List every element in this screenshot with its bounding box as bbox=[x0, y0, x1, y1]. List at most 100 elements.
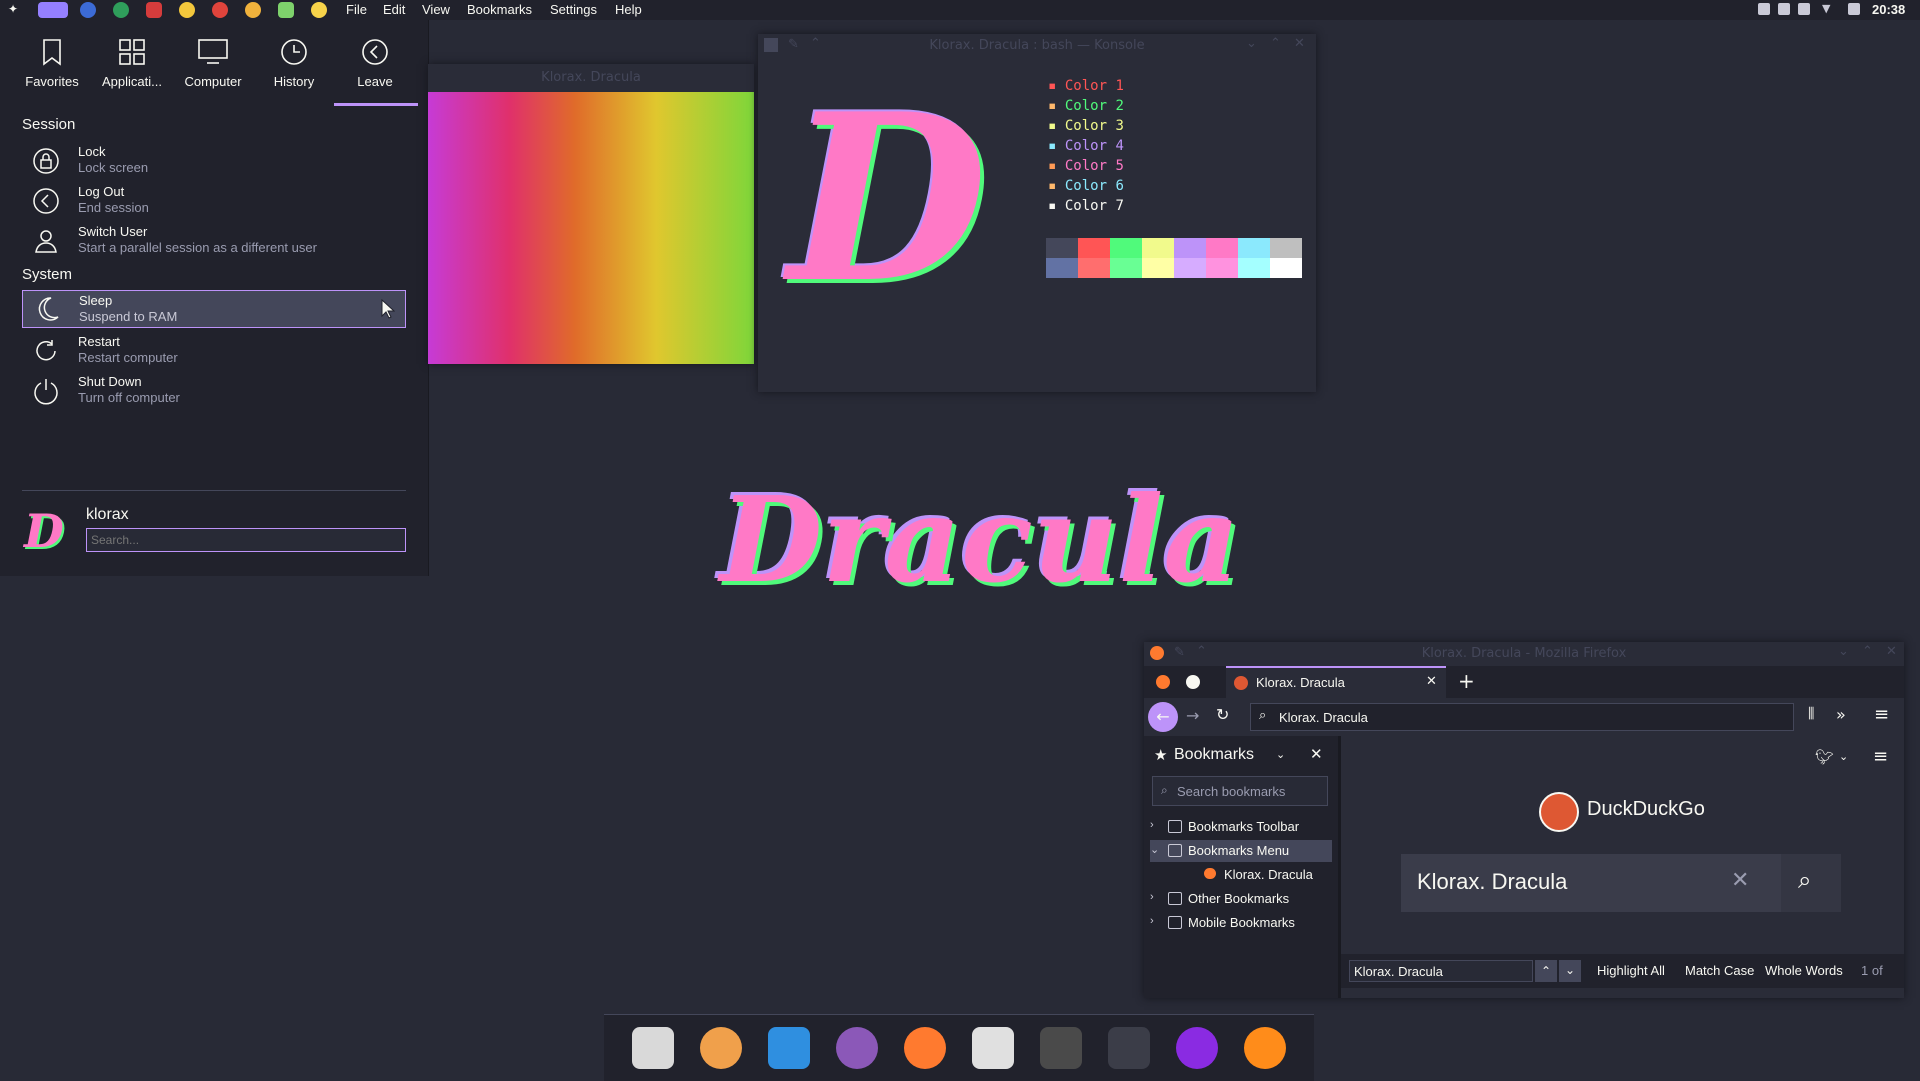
bookmark-item[interactable]: ⌄ Bookmarks Menu bbox=[1150, 840, 1332, 862]
active-tab[interactable]: Klorax. Dracula ✕ bbox=[1226, 666, 1446, 698]
display-tray-icon[interactable] bbox=[1758, 3, 1770, 15]
red-feather-icon[interactable] bbox=[146, 2, 162, 18]
search-icon: ⌕ bbox=[1259, 708, 1267, 723]
find-next-button[interactable]: ⌄ bbox=[1559, 960, 1581, 982]
system-section-title: System bbox=[22, 266, 73, 283]
find-previous-button[interactable]: ⌃ bbox=[1535, 960, 1557, 982]
chevron-icon[interactable]: › bbox=[1150, 891, 1154, 903]
media-player-icon[interactable] bbox=[1176, 1027, 1218, 1069]
close-tab-icon[interactable]: ✕ bbox=[1426, 674, 1437, 689]
octopus-icon[interactable] bbox=[700, 1027, 742, 1069]
twitter-icon[interactable]: 🐦︎ bbox=[1815, 748, 1834, 766]
lock-icon bbox=[33, 148, 59, 174]
tab-history[interactable]: History bbox=[254, 38, 334, 89]
firefox-titlebar: ✎ ⌃ Klorax. Dracula - Mozilla Firefox ⌄ … bbox=[1144, 642, 1904, 666]
folder-icon bbox=[1168, 916, 1182, 929]
menu-file[interactable]: File bbox=[346, 2, 367, 17]
restart-item[interactable]: Restart Restart computer bbox=[22, 331, 406, 371]
menu-view[interactable]: View bbox=[422, 2, 450, 17]
ddg-search-button[interactable]: ⌕ bbox=[1781, 854, 1841, 912]
menu-edit[interactable]: Edit bbox=[383, 2, 405, 17]
github-pinned-tab-icon[interactable] bbox=[1186, 675, 1200, 689]
bookmarks-search-field[interactable]: ⌕ Search bookmarks bbox=[1152, 776, 1328, 806]
bookmark-item[interactable]: › Bookmarks Toolbar bbox=[1150, 816, 1332, 838]
close-icon[interactable]: ✕ bbox=[1886, 644, 1897, 659]
clipboard-tray-icon[interactable] bbox=[1778, 3, 1790, 15]
forward-button[interactable]: → bbox=[1186, 706, 1199, 725]
emacs-icon[interactable] bbox=[836, 1027, 878, 1069]
maximize-icon[interactable]: ⌃ bbox=[1862, 644, 1873, 659]
shutdown-item[interactable]: Shut Down Turn off computer bbox=[22, 371, 406, 411]
switch-user-subtitle: Start a parallel session as a different … bbox=[78, 240, 317, 255]
orange-icon[interactable] bbox=[1244, 1027, 1286, 1069]
sidebar-title[interactable]: Bookmarks bbox=[1174, 746, 1254, 764]
page-menu-icon[interactable]: ≡ bbox=[1873, 746, 1888, 767]
dock bbox=[604, 1014, 1314, 1081]
hamburger-menu-icon[interactable]: ≡ bbox=[1874, 704, 1889, 725]
url-bar[interactable]: ⌕ Klorax. Dracula bbox=[1250, 703, 1794, 731]
pin-icon[interactable] bbox=[38, 2, 68, 18]
folder-icon[interactable] bbox=[768, 1027, 810, 1069]
whole-words-option[interactable]: Whole Words bbox=[1765, 963, 1843, 978]
logout-item[interactable]: Log Out End session bbox=[22, 181, 406, 221]
switch-user-item[interactable]: Switch User Start a parallel session as … bbox=[22, 221, 406, 261]
match-case-option[interactable]: Match Case bbox=[1685, 963, 1754, 978]
chevron-icon[interactable]: ⌄ bbox=[1150, 843, 1159, 856]
color-4-row: ▪ Color 4 bbox=[1048, 138, 1124, 154]
page-content: 🐦︎ ⌄ ≡ DuckDuckGo Klorax. Dracula ✕ ⌕ bbox=[1341, 736, 1904, 954]
archive-icon[interactable] bbox=[632, 1027, 674, 1069]
tab-leave[interactable]: Leave bbox=[335, 38, 415, 89]
menu-settings[interactable]: Settings bbox=[550, 2, 597, 17]
color-swatch bbox=[1270, 258, 1302, 278]
tab-computer[interactable]: Computer bbox=[173, 38, 253, 89]
blue-drop-icon[interactable] bbox=[80, 2, 96, 18]
tab-applications[interactable]: Applicati... bbox=[92, 38, 172, 89]
firefox-pinned-tab-icon[interactable] bbox=[1156, 675, 1170, 689]
bookmark-item[interactable]: › Mobile Bookmarks bbox=[1150, 912, 1332, 934]
bookmark-item[interactable]: › Other Bookmarks bbox=[1150, 888, 1332, 910]
session-section-title: Session bbox=[22, 116, 76, 133]
chevron-icon[interactable]: › bbox=[1150, 819, 1154, 831]
clear-search-icon[interactable]: ✕ bbox=[1731, 868, 1749, 893]
chevron-down-icon[interactable]: ⌄ bbox=[1276, 748, 1285, 761]
new-tab-icon[interactable]: + bbox=[1458, 669, 1475, 693]
smiley-icon[interactable] bbox=[179, 2, 195, 18]
lock-item[interactable]: Lock Lock screen bbox=[22, 141, 406, 181]
tab-favorites[interactable]: Favorites bbox=[12, 38, 92, 89]
reload-button[interactable]: ↻ bbox=[1216, 705, 1229, 724]
globe-icon[interactable] bbox=[113, 2, 129, 18]
red-app-icon[interactable] bbox=[212, 2, 228, 18]
overflow-icon[interactable]: » bbox=[1836, 705, 1846, 724]
bulb-icon[interactable] bbox=[311, 2, 327, 18]
chevron-down-icon[interactable]: ⌄ bbox=[1839, 750, 1848, 763]
minimize-icon[interactable]: ⌄ bbox=[1246, 36, 1257, 51]
highlight-all-option[interactable]: Highlight All bbox=[1597, 963, 1665, 978]
close-icon[interactable]: ✕ bbox=[1294, 36, 1305, 51]
menu-help[interactable]: Help bbox=[615, 2, 642, 17]
maximize-icon[interactable]: ⌃ bbox=[1270, 36, 1281, 51]
sleep-item[interactable]: Sleep Suspend to RAM bbox=[22, 290, 406, 328]
close-sidebar-icon[interactable]: ✕ bbox=[1310, 745, 1323, 763]
clock[interactable]: 20:38 bbox=[1872, 2, 1905, 17]
bookmark-item[interactable]: Klorax. Dracula bbox=[1150, 864, 1332, 886]
volume-tray-icon[interactable] bbox=[1798, 3, 1810, 15]
firefox-icon[interactable] bbox=[904, 1027, 946, 1069]
find-input[interactable]: Klorax. Dracula bbox=[1349, 960, 1533, 982]
inkscape-icon[interactable] bbox=[972, 1027, 1014, 1069]
kde-launcher-icon[interactable]: ✦ bbox=[8, 2, 24, 18]
calculator-icon[interactable] bbox=[1040, 1027, 1082, 1069]
menu-bookmarks[interactable]: Bookmarks bbox=[467, 2, 532, 17]
logout-icon bbox=[33, 188, 59, 214]
ddg-search-box[interactable]: Klorax. Dracula ✕ ⌕ bbox=[1401, 854, 1841, 912]
battery-tray-icon[interactable] bbox=[1848, 3, 1860, 15]
chevron-icon[interactable]: › bbox=[1150, 915, 1154, 927]
terminal-icon[interactable] bbox=[1108, 1027, 1150, 1069]
back-button[interactable]: ← bbox=[1148, 702, 1178, 732]
library-icon[interactable]: ⫼ bbox=[1808, 706, 1814, 722]
bookmark-label: Other Bookmarks bbox=[1188, 891, 1290, 906]
chevron-down-icon[interactable]: ▼ bbox=[1822, 2, 1834, 15]
search-input[interactable] bbox=[86, 528, 406, 552]
sunglasses-icon[interactable] bbox=[245, 2, 261, 18]
pen-icon[interactable] bbox=[278, 2, 294, 18]
minimize-icon[interactable]: ⌄ bbox=[1838, 644, 1849, 659]
